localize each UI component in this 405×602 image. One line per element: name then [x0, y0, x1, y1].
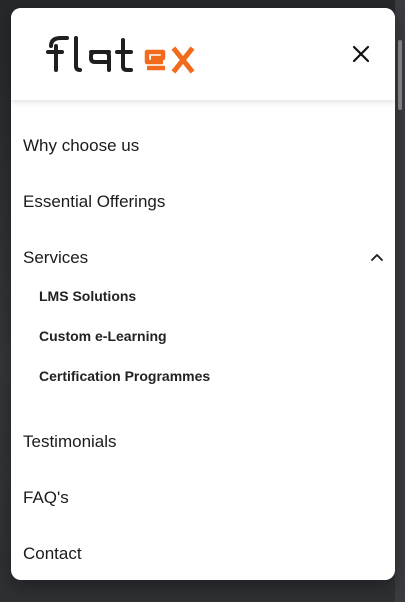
scrollbar[interactable]: [395, 0, 405, 602]
subnav-item-lms-solutions[interactable]: LMS Solutions: [39, 288, 136, 304]
nav-item-services[interactable]: Services: [23, 248, 385, 272]
nav-item-essential-offerings[interactable]: Essential Offerings: [23, 192, 165, 212]
nav-item-why-choose-us[interactable]: Why choose us: [23, 136, 139, 156]
nav-item-services-label: Services: [23, 248, 89, 267]
chevron-up-icon[interactable]: [369, 250, 385, 266]
flatex-logo-graphic: [46, 36, 195, 74]
nav-item-faqs[interactable]: FAQ's: [23, 488, 69, 508]
menu-header: [11, 8, 395, 100]
nav-item-contact[interactable]: Contact: [23, 544, 82, 564]
subnav-item-certification-programmes[interactable]: Certification Programmes: [39, 368, 210, 384]
close-icon: [352, 45, 370, 63]
flatex-logo[interactable]: [43, 32, 227, 76]
scrollbar-thumb[interactable]: [398, 40, 402, 110]
subnav-item-custom-e-learning[interactable]: Custom e-Learning: [39, 328, 167, 344]
nav-item-testimonials[interactable]: Testimonials: [23, 432, 117, 452]
mobile-menu-panel: Why choose us Essential Offerings Servic…: [11, 8, 395, 580]
close-button[interactable]: [345, 38, 377, 70]
